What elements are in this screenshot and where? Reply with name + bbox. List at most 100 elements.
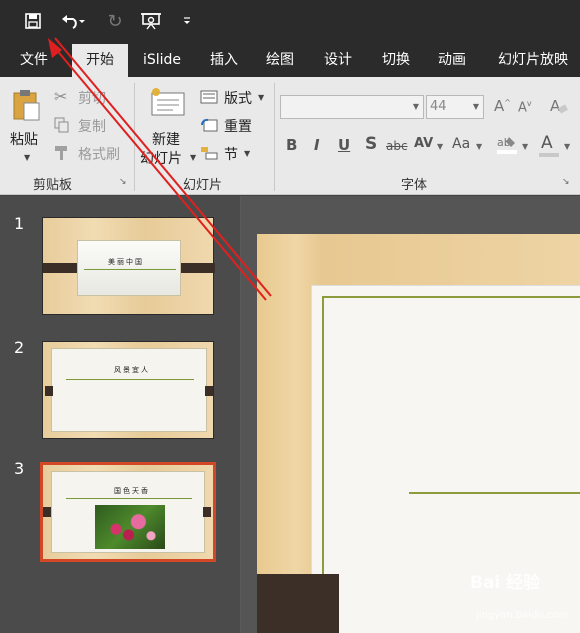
layout-icon bbox=[200, 90, 218, 104]
font-color-dropdown-icon: ▼ bbox=[564, 142, 571, 151]
font-color-icon: A bbox=[541, 133, 553, 153]
tab-slideshow[interactable]: 幻灯片放映 bbox=[488, 44, 578, 77]
highlight-icon: ab bbox=[497, 136, 517, 154]
redo-button[interactable]: ↻ bbox=[104, 10, 126, 32]
copy-label: 复制 bbox=[78, 119, 106, 135]
section-button[interactable]: 节 ▼ bbox=[200, 143, 268, 165]
slideshow-icon bbox=[141, 13, 161, 30]
undo-button[interactable] bbox=[58, 10, 88, 32]
new-slide-label-1: 新建 bbox=[152, 132, 180, 148]
clear-formatting-icon[interactable]: A bbox=[548, 96, 568, 116]
highlight-dropdown-icon: ▼ bbox=[522, 142, 529, 151]
layout-button[interactable]: 版式 ▼ bbox=[200, 87, 268, 109]
save-icon bbox=[25, 13, 41, 29]
layout-label: 版式 bbox=[224, 91, 252, 107]
paste-dropdown-icon: ▼ bbox=[24, 153, 31, 162]
clip-right bbox=[203, 507, 211, 517]
slide-thumbnail-3-selected[interactable]: 国色天香 bbox=[40, 462, 216, 562]
clip-left bbox=[43, 507, 51, 517]
title-underline bbox=[84, 269, 176, 270]
character-spacing-button[interactable]: AV bbox=[414, 136, 433, 151]
tab-design[interactable]: 设计 bbox=[312, 44, 364, 77]
svg-text:A: A bbox=[550, 97, 561, 115]
save-button[interactable] bbox=[22, 10, 44, 32]
font-launcher-icon[interactable]: ↘ bbox=[562, 177, 570, 187]
slide-title: 美丽中国 bbox=[108, 258, 144, 266]
customize-qat-button[interactable] bbox=[176, 10, 198, 32]
font-size-value: 44 bbox=[430, 99, 447, 114]
clip-right bbox=[179, 263, 215, 273]
tab-transitions[interactable]: 切换 bbox=[370, 44, 422, 77]
strikethrough-button[interactable]: abc bbox=[386, 139, 408, 153]
slide-title: 风景宜人 bbox=[114, 366, 150, 374]
decrease-font-size-button[interactable]: Av bbox=[518, 99, 532, 115]
section-label: 节 bbox=[224, 147, 238, 163]
title-card: 美丽中国 bbox=[77, 240, 181, 296]
font-color-button[interactable]: A bbox=[538, 133, 560, 157]
cut-label: 剪切 bbox=[78, 91, 106, 107]
reset-button[interactable]: 重置 bbox=[200, 115, 268, 137]
change-case-button[interactable]: Aa bbox=[452, 136, 470, 152]
watermark-logo: Bai 经验 bbox=[470, 573, 541, 593]
copy-icon bbox=[54, 117, 69, 133]
quick-access-toolbar: ↻ bbox=[0, 0, 580, 44]
cut-button[interactable]: ✂ 剪切 bbox=[54, 87, 124, 109]
undo-icon bbox=[62, 15, 85, 29]
paste-button[interactable]: 粘贴 ▼ bbox=[6, 87, 46, 167]
reset-icon bbox=[201, 118, 218, 132]
content-card: 风景宜人 bbox=[51, 348, 207, 432]
character-spacing-dropdown-icon: ▼ bbox=[437, 142, 444, 151]
new-slide-icon bbox=[151, 88, 185, 116]
slide-number: 1 bbox=[14, 214, 25, 233]
redo-icon: ↻ bbox=[107, 10, 123, 32]
group-separator bbox=[134, 83, 135, 191]
ribbon-home: 粘贴 ▼ ✂ 剪切 复制 格式刷 剪贴板 ↘ 新建 幻灯片 ▼ 版式 ▼ 重置 … bbox=[0, 77, 580, 195]
present-from-beginning-button[interactable] bbox=[140, 10, 162, 32]
clipboard-launcher-icon[interactable]: ↘ bbox=[119, 177, 127, 187]
new-slide-button[interactable]: 新建 幻灯片 ▼ bbox=[140, 85, 196, 171]
highlight-color-button[interactable]: ab bbox=[496, 133, 520, 157]
slide-number: 3 bbox=[14, 459, 25, 478]
section-dropdown-icon: ▼ bbox=[244, 149, 251, 158]
decrease-font-size-icon: A bbox=[518, 100, 527, 116]
format-painter-icon bbox=[55, 146, 67, 160]
section-icon bbox=[201, 147, 218, 160]
slide-dark-clip bbox=[257, 574, 339, 633]
tab-home[interactable]: 开始 bbox=[72, 44, 128, 77]
format-painter-button[interactable]: 格式刷 bbox=[54, 143, 134, 165]
bold-button[interactable]: B bbox=[286, 136, 297, 154]
new-slide-label-2: 幻灯片 bbox=[140, 151, 182, 167]
font-size-select[interactable]: 44 ▼ bbox=[426, 95, 484, 119]
customize-dropdown-icon bbox=[184, 17, 190, 24]
font-group-label: 字体 bbox=[401, 178, 428, 193]
ribbon-tabs: 文件 开始 iSlide 插入 绘图 设计 切换 动画 幻灯片放映 bbox=[0, 44, 580, 77]
peony-photo bbox=[95, 505, 165, 549]
format-painter-label: 格式刷 bbox=[78, 147, 120, 163]
tab-animations[interactable]: 动画 bbox=[426, 44, 478, 77]
title-underline bbox=[66, 379, 194, 380]
slide-number: 2 bbox=[14, 338, 25, 357]
new-slide-dropdown-icon: ▼ bbox=[190, 153, 197, 162]
slide-title: 国色天香 bbox=[114, 487, 150, 495]
paste-label: 粘贴 bbox=[10, 132, 38, 148]
tab-islide[interactable]: iSlide bbox=[136, 44, 188, 77]
font-color-swatch bbox=[539, 153, 559, 157]
title-underline bbox=[66, 498, 192, 499]
content-card: 国色天香 bbox=[51, 471, 205, 553]
clipboard-icon bbox=[13, 90, 40, 121]
tab-insert[interactable]: 插入 bbox=[198, 44, 250, 77]
slide-thumbnail-2[interactable]: 风景宜人 bbox=[42, 341, 214, 439]
watermark-url: jingyan.baidu.com bbox=[476, 610, 569, 621]
increase-font-size-button[interactable]: A^ bbox=[494, 97, 511, 115]
tab-file[interactable]: 文件 bbox=[8, 44, 60, 77]
slide-title-underline bbox=[409, 492, 580, 494]
copy-button[interactable]: 复制 bbox=[54, 115, 124, 137]
text-shadow-button[interactable]: S bbox=[365, 134, 377, 154]
font-name-select[interactable]: ▼ bbox=[280, 95, 424, 119]
italic-button[interactable]: I bbox=[314, 136, 320, 154]
change-case-dropdown-icon: ▼ bbox=[476, 142, 483, 151]
increase-font-size-icon: A bbox=[494, 97, 505, 115]
slide-thumbnail-1[interactable]: 美丽中国 bbox=[42, 217, 215, 315]
tab-draw[interactable]: 绘图 bbox=[254, 44, 306, 77]
underline-button[interactable]: U bbox=[338, 136, 350, 154]
